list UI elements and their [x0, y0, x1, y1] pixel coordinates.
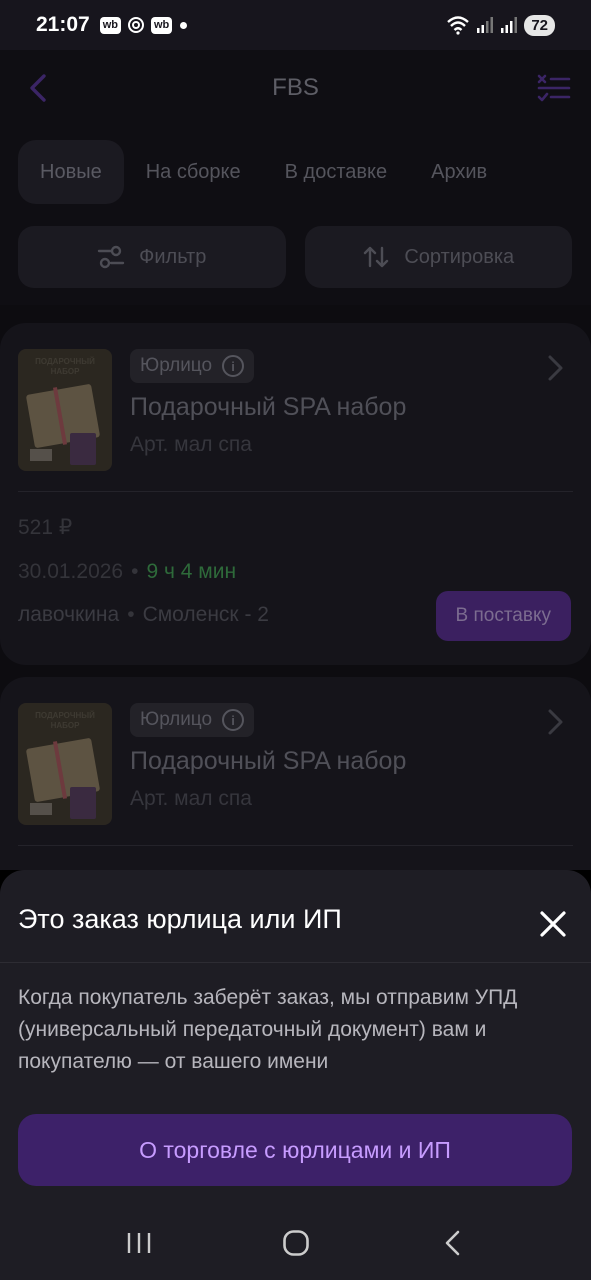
chevron-right-icon[interactable] [545, 707, 567, 737]
more-notifications-dot-icon [180, 21, 188, 29]
info-icon: i [222, 709, 245, 731]
chip-label: Юрлицо [140, 355, 213, 376]
status-tabs: Новые На сборке В доставке Архив [18, 140, 509, 204]
warehouse-name: Смоленск - 2 [142, 603, 269, 626]
order-card[interactable]: ПОДАРОЧНЫЙ НАБОР Юрлицо i Подарочный SPA… [0, 677, 591, 870]
system-back-button[interactable] [433, 1223, 473, 1263]
product-thumbnail: ПОДАРОЧНЫЙ НАБОР [18, 349, 112, 471]
thumbnail-caption: ПОДАРОЧНЫЙ НАБОР [35, 711, 95, 730]
divider [18, 845, 573, 846]
sheet-divider [0, 962, 591, 963]
sheet-description: Когда покупатель заберёт заказ, мы отпра… [18, 986, 518, 1073]
legal-entity-chip[interactable]: Юрлицо i [130, 703, 255, 737]
info-icon: i [222, 355, 245, 377]
order-date: 30.01.2026 [18, 560, 124, 583]
filter-label: Фильтр [139, 245, 207, 268]
legal-entity-info-sheet: Это заказ юрлица или ИП Когда покупатель… [0, 870, 591, 1206]
tab-assembling[interactable]: На сборке [124, 140, 263, 204]
time-left: 9 ч 4 мин [146, 560, 237, 583]
wb-notification-icon-2: wb [151, 16, 173, 34]
top-bar: FBS [0, 50, 591, 128]
tab-in-delivery[interactable]: В доставке [263, 140, 409, 204]
sort-label: Сортировка [404, 245, 515, 268]
wifi-icon [447, 16, 470, 35]
product-thumbnail: ПОДАРОЧНЫЙ НАБОР [18, 703, 112, 825]
tab-archive[interactable]: Архив [409, 140, 509, 204]
sort-button[interactable]: Сортировка [304, 226, 572, 288]
recent-apps-button[interactable] [119, 1223, 159, 1263]
tab-new[interactable]: Новые [18, 140, 124, 204]
order-card[interactable]: ПОДАРОЧНЫЙ НАБОР Юрлицо i Подарочный SPA… [0, 323, 591, 665]
system-nav-bar [0, 1206, 591, 1280]
sort-arrows-icon [364, 246, 389, 268]
thumbnail-caption: ПОДАРОЧНЫЙ НАБОР [35, 357, 95, 376]
date-row: 30.01.2026 • 9 ч 4 мин [18, 560, 237, 583]
sheet-title: Это заказ юрлица или ИП [18, 904, 342, 934]
close-icon[interactable] [539, 910, 567, 938]
header-area: FBS Новые На сборке В доставке Архив Фил… [0, 50, 591, 305]
wb-notification-icon: wb [99, 16, 121, 34]
divider [18, 491, 573, 492]
status-time: 21:07 [36, 13, 90, 36]
filter-button[interactable]: Фильтр [18, 226, 286, 288]
product-name: Подарочный SPA набор [130, 747, 407, 775]
order-price: 521 ₽ [18, 516, 73, 539]
signal-icon-2 [501, 17, 518, 33]
recent-apps-icon [127, 1233, 150, 1253]
to-supply-button[interactable]: В поставку [435, 591, 571, 641]
filter-sort-row: Фильтр Сортировка [18, 226, 572, 288]
filter-sliders-icon [97, 245, 125, 269]
battery-level: 72 [524, 14, 555, 36]
product-name: Подарочный SPA набор [130, 393, 407, 421]
back-icon [445, 1230, 459, 1256]
product-article: Арт. мал спа [130, 787, 252, 810]
signal-icon-1 [477, 17, 494, 33]
home-icon [282, 1230, 309, 1256]
chevron-right-icon[interactable] [545, 353, 567, 383]
legal-entity-chip[interactable]: Юрлицо i [130, 349, 255, 383]
at-sign-notification-icon [128, 17, 144, 33]
orders-screen: FBS Новые На сборке В доставке Архив Фил… [0, 50, 591, 870]
address-row: лавочкина • Смоленск - 2 [18, 603, 269, 626]
product-article: Арт. мал спа [130, 433, 252, 456]
status-right: 72 [446, 14, 555, 36]
list-checks-icon[interactable] [537, 72, 571, 104]
order-address: лавочкина [18, 603, 120, 626]
home-button[interactable] [276, 1223, 316, 1263]
status-bar: 21:07 wb wb 72 [0, 0, 591, 50]
page-title: FBS [272, 74, 319, 101]
legal-trade-info-button[interactable]: О торговле с юрлицами и ИП [18, 1114, 572, 1186]
chip-label: Юрлицо [140, 709, 213, 730]
